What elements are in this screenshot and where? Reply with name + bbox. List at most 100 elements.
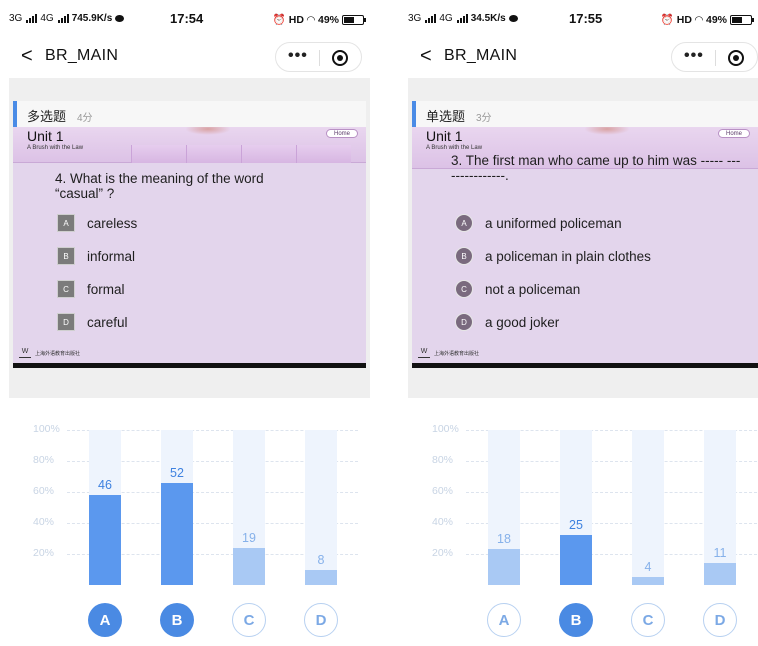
status-left: 3G 4G 745.9K/s <box>9 13 125 24</box>
bar-b <box>560 535 592 585</box>
option-text: informal <box>87 248 136 264</box>
option-d[interactable]: D careful <box>57 313 128 331</box>
bar-value-label: 46 <box>98 478 112 493</box>
network-3g-label: 3G <box>408 13 422 24</box>
alarm-icon: ⏰ <box>272 14 286 26</box>
wifi-icon: ◠ <box>694 13 703 26</box>
capsule-divider <box>319 50 320 66</box>
status-bar: 3G 4G 745.9K/s 17:54 ⏰ HD ◠ 49% <box>9 10 370 30</box>
more-icon[interactable]: ••• <box>288 47 308 65</box>
bar-value-label: 19 <box>242 530 256 545</box>
network-3g-label: 3G <box>9 13 23 24</box>
y-tick-label: 80% <box>33 454 55 466</box>
option-b[interactable]: B informal <box>57 247 135 265</box>
option-b[interactable]: B a policeman in plain clothes <box>455 247 651 265</box>
answer-distribution-chart: 100% 80% 60% 40% 20% 18 A 25 B 4 C 11 D <box>408 420 758 640</box>
nav-bar: < BR_MAIN ••• <box>9 38 370 76</box>
signal-icon <box>26 14 38 23</box>
answer-distribution-chart: 100% 80% 60% 40% 20% 46 A 52 B 19 C 8 D <box>9 420 370 640</box>
bar-a <box>488 549 520 585</box>
question-type-bar: 多选题 4分 <box>13 101 366 127</box>
slide-tabs <box>131 145 351 163</box>
net-speed: 34.5K/s <box>470 13 506 24</box>
nav-bar: < BR_MAIN ••• <box>408 38 758 76</box>
option-letter: D <box>57 313 75 331</box>
publisher-logo: W <box>19 348 31 358</box>
option-c-button[interactable]: C <box>631 603 665 637</box>
option-c[interactable]: C not a policeman <box>455 280 580 298</box>
status-left: 3G 4G 34.5K/s <box>408 13 518 24</box>
signal-icon <box>57 14 69 23</box>
question-slide: Unit 1 A Brush with the Law Home 4. What… <box>13 127 366 368</box>
publisher-name: 上海外语教育出版社 <box>35 350 81 357</box>
option-text: formal <box>87 281 125 297</box>
option-text: a policeman in plain clothes <box>485 248 651 264</box>
bar-track <box>704 430 736 585</box>
y-tick-label: 60% <box>432 485 454 497</box>
question-text: 3. The first man who came up to him was … <box>451 153 741 183</box>
flower-decoration <box>185 127 231 135</box>
slide-footer: W 上海外语教育出版社 <box>418 348 479 358</box>
chat-bubble-icon <box>508 15 518 22</box>
y-tick-label: 100% <box>33 423 60 435</box>
option-text: not a policeman <box>485 281 581 297</box>
alarm-icon: ⏰ <box>660 14 674 26</box>
clock: 17:54 <box>170 11 204 26</box>
slide-header: Unit 1 A Brush with the Law Home <box>13 127 366 163</box>
unit-subtitle: A Brush with the Law <box>27 145 84 151</box>
bar-a <box>89 495 121 585</box>
option-d-button[interactable]: D <box>703 603 737 637</box>
option-a-button[interactable]: A <box>88 603 122 637</box>
back-icon[interactable]: < <box>420 45 432 68</box>
wifi-icon: ◠ <box>306 13 315 26</box>
bar-b <box>161 482 193 585</box>
question-type-bar: 单选题 3分 <box>412 101 758 127</box>
unit-title: Unit 1 <box>426 128 463 144</box>
y-tick-label: 40% <box>33 516 55 528</box>
bar-value-label: 52 <box>170 465 184 480</box>
close-target-icon[interactable] <box>728 50 744 66</box>
battery-icon <box>342 14 366 25</box>
chat-bubble-icon <box>115 15 125 22</box>
bar-c <box>233 547 265 585</box>
more-icon[interactable]: ••• <box>684 47 704 65</box>
hd-label: HD <box>288 13 304 26</box>
option-b-button[interactable]: B <box>160 603 194 637</box>
option-text: careless <box>87 215 138 231</box>
option-letter: D <box>455 313 473 331</box>
option-a-button[interactable]: A <box>487 603 521 637</box>
y-tick-label: 60% <box>33 485 55 497</box>
option-letter: C <box>57 280 75 298</box>
option-letter: A <box>57 214 75 232</box>
screen-multiple-choice: 3G 4G 745.9K/s 17:54 ⏰ HD ◠ 49% < BR_MAI… <box>9 0 370 646</box>
option-a[interactable]: A a uniformed policeman <box>455 214 622 232</box>
option-d[interactable]: D a good joker <box>455 313 559 331</box>
option-text: careful <box>87 314 128 330</box>
bar-d <box>305 569 337 585</box>
bar-c <box>632 577 664 585</box>
status-right: ⏰ HD ◠ 49% <box>660 13 754 26</box>
home-button[interactable]: Home <box>718 129 750 138</box>
flower-decoration <box>584 127 630 135</box>
clock: 17:55 <box>569 11 603 26</box>
close-target-icon[interactable] <box>332 50 348 66</box>
option-c-button[interactable]: C <box>232 603 266 637</box>
net-speed: 745.9K/s <box>71 13 113 24</box>
question-text: 4. What is the meaning of the word “casu… <box>55 171 264 201</box>
option-a[interactable]: A careless <box>57 214 137 232</box>
bar-value-label: 25 <box>569 518 583 533</box>
question-score: 4分 <box>77 113 93 124</box>
signal-icon <box>425 14 437 23</box>
status-right: ⏰ HD ◠ 49% <box>272 13 366 26</box>
page-title: BR_MAIN <box>45 47 119 64</box>
back-icon[interactable]: < <box>21 45 33 68</box>
y-tick-label: 100% <box>432 423 459 435</box>
network-4g-label: 4G <box>40 13 54 24</box>
option-text: a uniformed policeman <box>485 215 622 231</box>
y-tick-label: 40% <box>432 516 454 528</box>
battery-percent: 49% <box>317 13 339 26</box>
option-c[interactable]: C formal <box>57 280 125 298</box>
home-button[interactable]: Home <box>326 129 358 138</box>
option-b-button[interactable]: B <box>559 603 593 637</box>
option-d-button[interactable]: D <box>304 603 338 637</box>
